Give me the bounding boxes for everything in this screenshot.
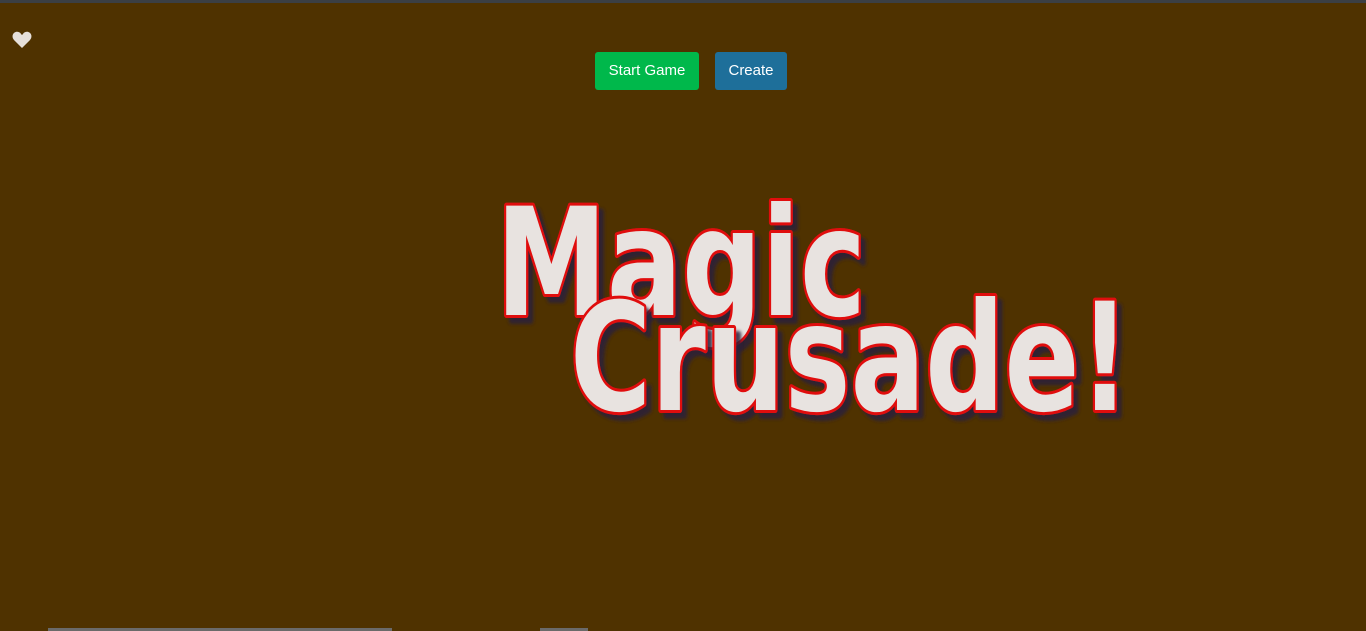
window-top-border	[0, 0, 1366, 3]
start-game-button[interactable]: Start Game	[595, 52, 699, 90]
heart-icon[interactable]	[12, 31, 32, 49]
create-button[interactable]: Create	[715, 52, 787, 90]
title-line-2: Crusade!	[570, 272, 1130, 446]
game-title-logo: Magic Crusade!	[493, 174, 1133, 449]
